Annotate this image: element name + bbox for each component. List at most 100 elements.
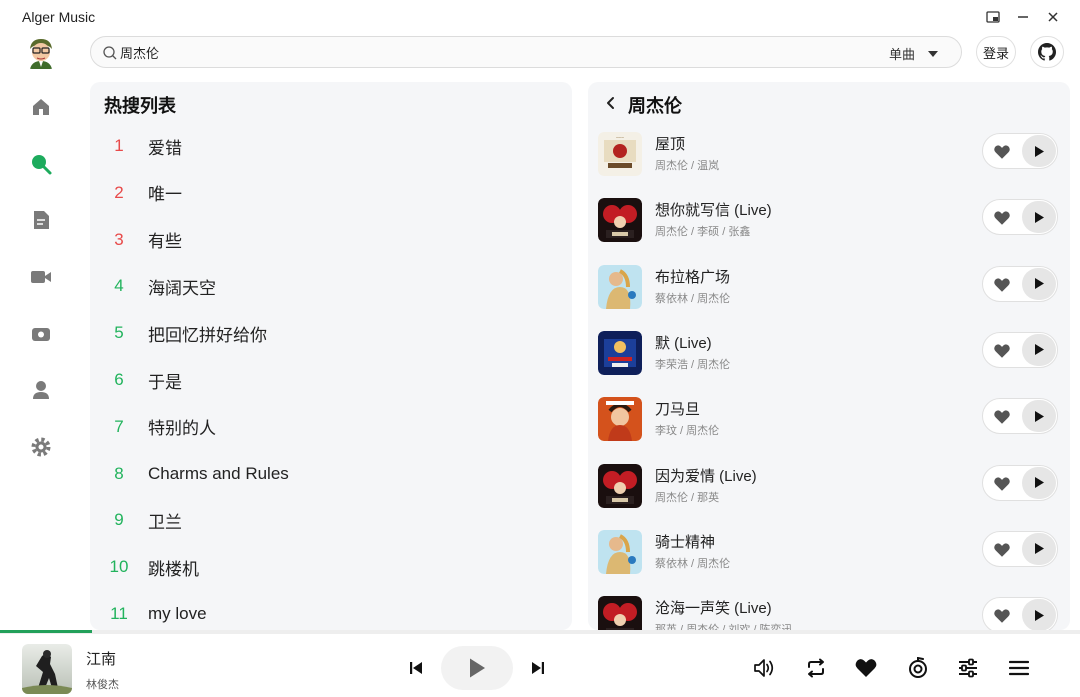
video-icon[interactable] bbox=[28, 264, 54, 290]
song-title: 刀马旦 bbox=[655, 401, 701, 419]
song-cover[interactable] bbox=[598, 264, 642, 309]
hot-search-item[interactable]: 11 my love bbox=[90, 594, 560, 630]
song-title: 布拉格广场 bbox=[655, 268, 731, 286]
song-item[interactable]: 骑士精神 蔡依林 / 周杰伦 bbox=[596, 524, 1062, 584]
hot-search-rank: 7 bbox=[114, 416, 124, 436]
previous-icon[interactable] bbox=[406, 658, 426, 678]
song-cover[interactable] bbox=[598, 596, 642, 630]
song-cover[interactable] bbox=[598, 529, 642, 574]
results-title: 周杰伦 bbox=[628, 96, 682, 116]
avatar[interactable] bbox=[26, 37, 56, 69]
like-icon[interactable] bbox=[993, 541, 1011, 559]
hot-search-text: 跳楼机 bbox=[148, 559, 199, 579]
hot-search-rank: 5 bbox=[114, 323, 124, 343]
next-icon[interactable] bbox=[528, 658, 548, 678]
hot-search-rank: 6 bbox=[114, 370, 124, 389]
hot-search-text: 于是 bbox=[148, 372, 182, 392]
song-item[interactable]: 刀马旦 李玟 / 周杰伦 bbox=[596, 391, 1062, 451]
hot-search-item[interactable]: 4 海阔天空 bbox=[90, 266, 560, 306]
favorite-icon[interactable] bbox=[853, 656, 879, 680]
svg-text:~~~: ~~~ bbox=[616, 136, 624, 141]
hot-search-item[interactable]: 10 跳楼机 bbox=[90, 547, 560, 587]
song-item[interactable]: 沧海一声笑 (Live) 那英 / 周杰伦 / 刘欢 / 陈奕迅 bbox=[596, 590, 1062, 630]
song-item[interactable]: 默 (Live) 李荣浩 / 周杰伦 bbox=[596, 325, 1062, 385]
song-title: 因为爱情 (Live) bbox=[655, 467, 757, 485]
like-icon[interactable] bbox=[993, 143, 1011, 161]
song-item[interactable]: ~~~ 屋顶 周杰伦 / 温岚 bbox=[596, 126, 1062, 186]
play-song-button[interactable] bbox=[1022, 267, 1056, 300]
song-title: 沧海一声笑 (Live) bbox=[655, 600, 772, 618]
song-cover[interactable] bbox=[598, 397, 642, 442]
play-icon bbox=[1035, 543, 1044, 555]
back-icon[interactable] bbox=[604, 96, 618, 110]
like-icon[interactable] bbox=[993, 276, 1011, 294]
play-icon bbox=[1035, 211, 1044, 223]
like-icon[interactable] bbox=[993, 475, 1011, 493]
now-playing-artist: 林俊杰 bbox=[86, 679, 119, 691]
hot-search-item[interactable]: 3 有些 bbox=[90, 220, 560, 260]
queue-menu-icon[interactable] bbox=[1006, 656, 1032, 680]
like-icon[interactable] bbox=[993, 607, 1011, 625]
song-item[interactable]: 因为爱情 (Live) 周杰伦 / 那英 bbox=[596, 458, 1062, 518]
like-icon[interactable] bbox=[993, 209, 1011, 227]
home-icon[interactable] bbox=[28, 94, 54, 120]
play-song-button[interactable] bbox=[1022, 135, 1056, 167]
login-button[interactable]: 登录 bbox=[976, 36, 1016, 68]
play-button[interactable] bbox=[441, 646, 513, 690]
song-item[interactable]: 布拉格广场 蔡依林 / 周杰伦 bbox=[596, 259, 1062, 319]
play-song-button[interactable] bbox=[1022, 466, 1056, 499]
hot-search-item[interactable]: 8 Charms and Rules bbox=[90, 454, 560, 494]
play-song-button[interactable] bbox=[1022, 201, 1056, 234]
song-item[interactable]: 想你就写信 (Live) 周杰伦 / 李硕 / 张鑫 bbox=[596, 192, 1062, 252]
hot-search-item[interactable]: 6 于是 bbox=[90, 360, 560, 400]
hot-search-item[interactable]: 2 唯一 bbox=[90, 173, 560, 213]
song-cover[interactable] bbox=[598, 330, 642, 375]
player-bar: 江南 林俊杰 bbox=[0, 633, 1080, 697]
song-artist: 周杰伦 / 温岚 bbox=[655, 160, 720, 172]
hot-search-item[interactable]: 5 把回忆拼好给你 bbox=[90, 313, 560, 353]
settings-icon[interactable] bbox=[28, 434, 54, 460]
equalizer-icon[interactable] bbox=[955, 656, 981, 680]
hot-search-item[interactable]: 1 爱错 bbox=[90, 126, 560, 166]
search-input[interactable] bbox=[120, 42, 820, 62]
title-bar: Alger Music bbox=[0, 0, 1080, 34]
play-icon bbox=[1035, 410, 1044, 422]
vinyl-icon[interactable] bbox=[905, 656, 931, 680]
hot-search-item[interactable]: 9 卫兰 bbox=[90, 500, 560, 540]
hot-search-text: Charms and Rules bbox=[148, 463, 289, 483]
repeat-icon[interactable] bbox=[803, 656, 829, 680]
song-actions bbox=[982, 133, 1058, 169]
song-actions bbox=[982, 464, 1058, 501]
song-cover[interactable] bbox=[598, 198, 642, 243]
like-icon[interactable] bbox=[993, 342, 1011, 360]
radio-icon[interactable] bbox=[28, 321, 54, 347]
search-type-select[interactable]: 单曲 bbox=[889, 44, 939, 63]
minimize-icon[interactable] bbox=[1012, 6, 1034, 28]
github-icon[interactable] bbox=[1030, 36, 1064, 68]
search-nav-icon[interactable] bbox=[28, 151, 54, 177]
song-cover[interactable]: ~~~ bbox=[598, 132, 642, 176]
user-icon[interactable] bbox=[28, 377, 54, 403]
search-results-panel: 周杰伦 ~~~ 屋顶 周杰伦 / 温岚 想你就写信 (Live) 周杰伦 / 李硕 / … bbox=[588, 82, 1070, 630]
volume-icon[interactable] bbox=[751, 656, 777, 680]
playlist-icon[interactable] bbox=[28, 207, 54, 233]
mini-mode-icon[interactable] bbox=[982, 6, 1004, 28]
play-song-button[interactable] bbox=[1022, 333, 1056, 366]
sidebar bbox=[0, 34, 82, 630]
like-icon[interactable] bbox=[993, 408, 1011, 426]
now-playing-cover[interactable] bbox=[22, 644, 72, 694]
play-icon bbox=[1035, 609, 1044, 621]
song-artist: 蔡依林 / 周杰伦 bbox=[655, 557, 731, 570]
hot-search-text: 把回忆拼好给你 bbox=[148, 325, 267, 345]
play-song-button[interactable] bbox=[1022, 599, 1056, 630]
hot-search-rank: 8 bbox=[114, 463, 124, 483]
hot-search-text: my love bbox=[148, 604, 207, 623]
hot-search-rank: 4 bbox=[114, 276, 124, 296]
hot-search-item[interactable]: 7 特别的人 bbox=[90, 407, 560, 447]
play-song-button[interactable] bbox=[1022, 532, 1056, 565]
song-cover[interactable] bbox=[598, 463, 642, 508]
close-icon[interactable] bbox=[1042, 6, 1064, 28]
song-artist: 李荣浩 / 周杰伦 bbox=[655, 358, 731, 371]
play-song-button[interactable] bbox=[1022, 400, 1056, 433]
song-actions bbox=[982, 331, 1058, 368]
